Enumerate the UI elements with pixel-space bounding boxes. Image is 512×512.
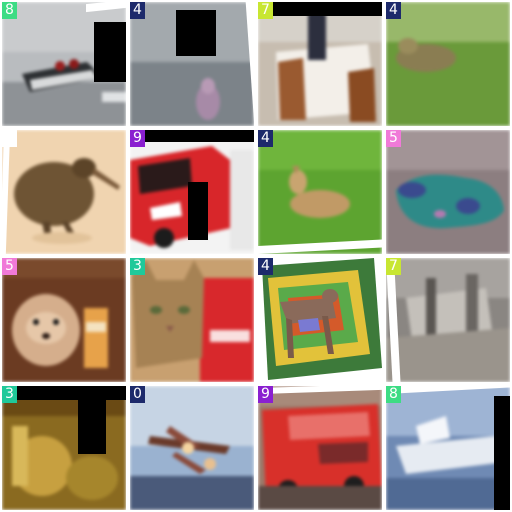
class-label-badge: 4 — [258, 258, 273, 275]
tile-6-truck[interactable]: 9 — [130, 130, 254, 254]
kiwi-bird-image — [2, 130, 126, 254]
tile-4-deer[interactable]: 4 — [386, 2, 510, 126]
tile-11-posterized-deer[interactable]: 4 — [258, 258, 382, 382]
blurry-horse-image — [386, 258, 510, 382]
horse-rider-image — [258, 2, 382, 126]
class-label-badge: 0 — [130, 386, 145, 403]
deer-grass-image — [386, 2, 510, 126]
class-label-badge: 3 — [2, 386, 17, 403]
tabby-cat-image — [130, 258, 254, 382]
ship-image — [386, 386, 510, 510]
tile-9-puppy[interactable]: 5 — [2, 258, 126, 382]
class-label-badge: 9 — [130, 130, 145, 147]
puppy-image — [2, 258, 126, 382]
tile-14-airplane[interactable]: 0 — [130, 386, 254, 510]
tile-2-deer[interactable]: 4 — [130, 2, 254, 126]
tile-1-boat[interactable]: 8 — [2, 2, 126, 126]
class-label-badge: 5 — [2, 258, 17, 275]
occlusion-patch — [14, 386, 126, 400]
class-label-badge: 3 — [130, 258, 145, 275]
class-label-badge: 7 — [386, 258, 401, 275]
tile-8-abstract[interactable]: 5 — [386, 130, 510, 254]
tile-7-deer[interactable]: 4 — [258, 130, 382, 254]
deer-lying-image — [258, 130, 382, 254]
abstract-dog-image — [386, 130, 510, 254]
golden-cat-image — [2, 386, 126, 510]
tile-12-horse[interactable]: 7 — [386, 258, 510, 382]
class-label-badge: 4 — [258, 130, 273, 147]
class-label-badge: 4 — [130, 2, 145, 19]
image-grid: 8 4 7 4 9 4 5 5 3 4 7 3 0 9 8 — [0, 0, 512, 512]
occlusion-patch — [130, 130, 254, 142]
occlusion-patch — [188, 182, 208, 240]
airplane-image — [130, 386, 254, 510]
posterized-deer-image — [258, 258, 382, 382]
tile-5-kiwi[interactable] — [2, 130, 126, 254]
tile-13-cat[interactable]: 3 — [2, 386, 126, 510]
class-label-badge: 8 — [2, 2, 17, 19]
fire-truck-image — [258, 386, 382, 510]
class-label-badge: 4 — [386, 2, 401, 19]
class-label-badge — [2, 130, 17, 147]
class-label-badge: 5 — [386, 130, 401, 147]
occlusion-patch — [78, 394, 106, 454]
tile-16-ship[interactable]: 8 — [386, 386, 510, 510]
class-label-badge: 9 — [258, 386, 273, 403]
tile-15-firetruck[interactable]: 9 — [258, 386, 382, 510]
class-label-badge: 8 — [386, 386, 401, 403]
class-label-badge: 7 — [258, 2, 273, 19]
tile-3-horse[interactable]: 7 — [258, 2, 382, 126]
occlusion-patch — [494, 396, 510, 510]
occlusion-patch — [176, 10, 216, 56]
tile-10-cat[interactable]: 3 — [130, 258, 254, 382]
occlusion-patch — [94, 22, 126, 82]
occlusion-patch — [270, 2, 382, 16]
